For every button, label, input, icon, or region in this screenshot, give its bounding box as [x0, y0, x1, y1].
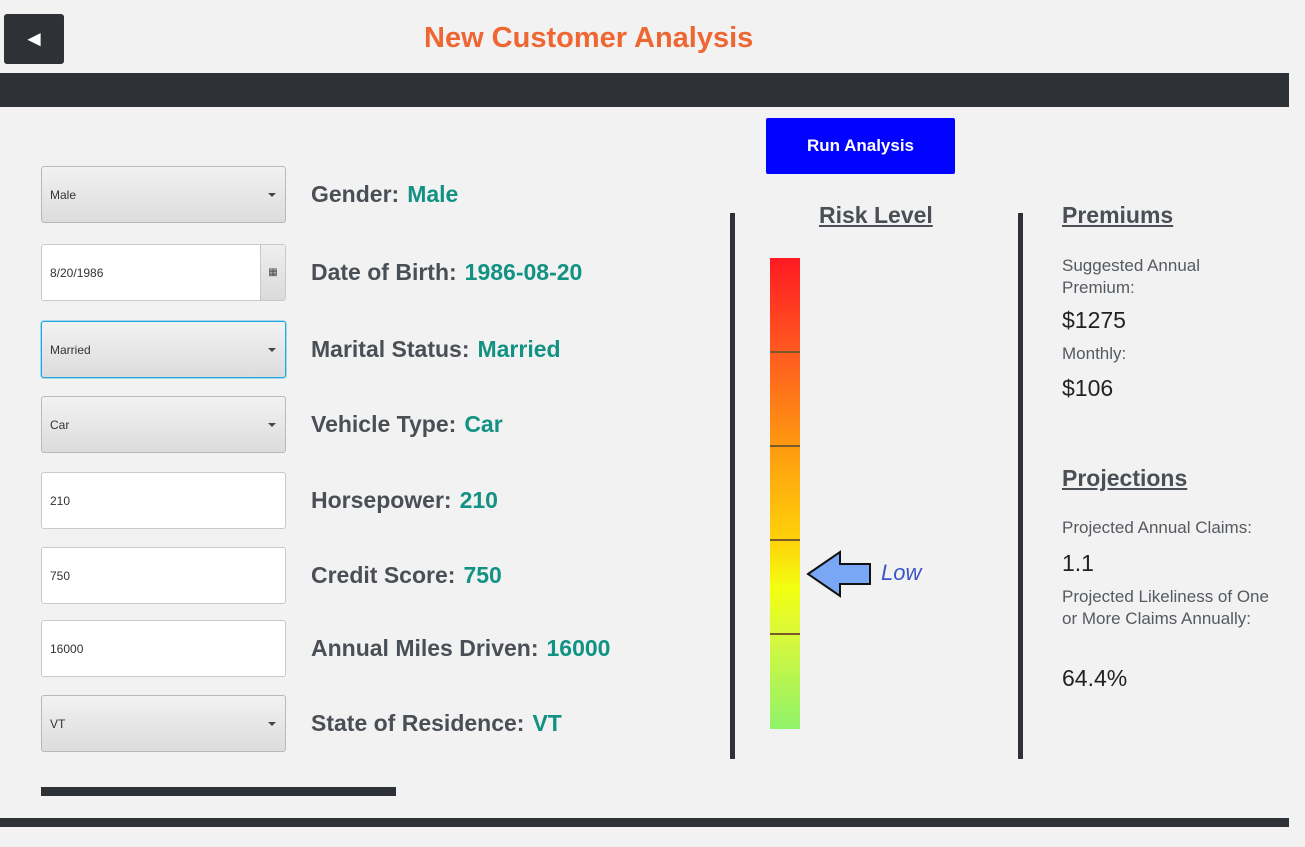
monthly-premium-value: $106 — [1062, 375, 1114, 401]
monthly-premium-label: Monthly: — [1062, 344, 1127, 363]
back-button[interactable]: ◄ — [4, 14, 64, 64]
gauge-tick — [770, 633, 800, 635]
vehicle-type-select[interactable]: Car — [41, 396, 286, 453]
back-arrow-icon: ◄ — [23, 26, 45, 51]
divider-right — [1018, 213, 1023, 759]
horsepower-input[interactable]: 210 — [41, 472, 286, 529]
horsepower-label-text: Horsepower: — [311, 487, 452, 513]
premiums-title: Premiums — [1062, 202, 1174, 228]
run-analysis-button[interactable]: Run Analysis — [766, 118, 955, 174]
state-select-value: VT — [50, 716, 66, 731]
page-title: New Customer Analysis — [424, 22, 754, 54]
risk-gauge — [770, 258, 800, 729]
horsepower-value: 210 — [459, 487, 498, 513]
annual-miles-label: Annual Miles Driven: 16000 — [311, 635, 610, 662]
chevron-down-icon — [268, 193, 276, 197]
horsepower-input-value: 210 — [50, 493, 71, 508]
divider-left — [730, 213, 735, 759]
chevron-down-icon — [268, 423, 276, 427]
state-label: State of Residence: VT — [311, 710, 562, 737]
credit-score-label: Credit Score: 750 — [311, 562, 502, 589]
gauge-tick — [770, 351, 800, 353]
credit-input-value: 750 — [50, 568, 71, 583]
risk-level-title: Risk Level — [819, 202, 933, 228]
annual-miles-input[interactable]: 16000 — [41, 620, 286, 677]
dob-input-value: 8/20/1986 — [50, 265, 104, 280]
dob-label-text: Date of Birth: — [311, 259, 457, 285]
miles-input-value: 16000 — [50, 641, 84, 656]
vehicle-type-label: Vehicle Type: Car — [311, 411, 503, 438]
annual-premium-label: Suggested Annual Premium: — [1062, 256, 1201, 297]
gender-select[interactable]: Male — [41, 166, 286, 223]
state-value: VT — [532, 710, 562, 736]
credit-value: 750 — [463, 562, 502, 588]
projections-title: Projections — [1062, 465, 1188, 491]
marital-status-select[interactable]: Married — [41, 321, 286, 378]
dob-date-picker[interactable]: 8/20/1986 ▦ — [41, 244, 286, 301]
vehicle-label-text: Vehicle Type: — [311, 411, 457, 437]
claims-likeliness-label: Projected Likeliness of One or More Clai… — [1062, 587, 1269, 628]
chevron-down-icon — [268, 722, 276, 726]
credit-score-input[interactable]: 750 — [41, 547, 286, 604]
projected-claims-value: 1.1 — [1062, 550, 1094, 576]
marital-label-text: Marital Status: — [311, 336, 470, 362]
vehicle-select-value: Car — [50, 417, 70, 432]
gender-label-text: Gender: — [311, 181, 400, 207]
miles-label-text: Annual Miles Driven: — [311, 635, 539, 661]
gauge-tick — [770, 539, 800, 541]
header-bar — [0, 73, 1289, 107]
miles-value: 16000 — [546, 635, 611, 661]
progress-bar — [41, 787, 396, 796]
vehicle-value: Car — [464, 411, 503, 437]
gender-label: Gender: Male — [311, 181, 458, 208]
chevron-down-icon — [268, 348, 276, 352]
dob-label: Date of Birth: 1986-08-20 — [311, 259, 582, 286]
claims-likeliness-value: 64.4% — [1062, 665, 1128, 691]
state-select[interactable]: VT — [41, 695, 286, 752]
calendar-icon[interactable]: ▦ — [260, 245, 285, 300]
dob-value: 1986-08-20 — [464, 259, 583, 285]
marital-select-value: Married — [50, 342, 91, 357]
horsepower-label: Horsepower: 210 — [311, 487, 498, 514]
marital-value: Married — [477, 336, 561, 362]
gender-value: Male — [407, 181, 459, 207]
risk-arrow-icon — [806, 549, 871, 598]
marital-status-label: Marital Status: Married — [311, 336, 561, 363]
gauge-tick — [770, 445, 800, 447]
risk-level-text: Low — [881, 559, 922, 585]
gender-select-value: Male — [50, 187, 77, 202]
footer-bar — [0, 818, 1289, 827]
projected-claims-label: Projected Annual Claims: — [1062, 518, 1252, 537]
annual-premium-value: $1275 — [1062, 307, 1126, 333]
credit-label-text: Credit Score: — [311, 562, 456, 588]
state-label-text: State of Residence: — [311, 710, 525, 736]
